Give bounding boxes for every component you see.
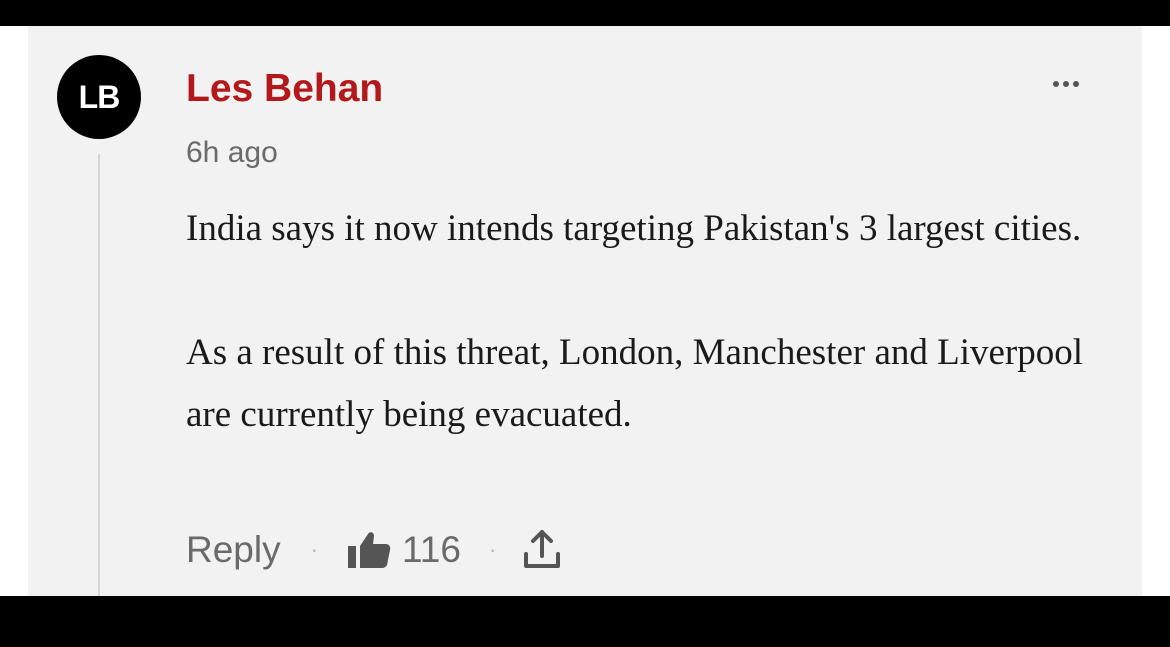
comment-paragraph: As a result of this threat, London, Manc…: [186, 332, 1084, 435]
share-icon[interactable]: [522, 528, 562, 572]
more-dot: [1063, 81, 1069, 87]
separator: ·: [488, 537, 497, 562]
like-count: 116: [401, 529, 461, 570]
screenshot-frame: LB Les Behan 6h ago India says it now in…: [0, 0, 1170, 647]
comment-paragraph: India says it now intends targeting Paki…: [186, 208, 1082, 249]
comment-timestamp: 6h ago: [186, 136, 278, 169]
avatar-initials: LB: [78, 78, 121, 115]
avatar[interactable]: LB: [57, 55, 141, 139]
right-margin: [1142, 26, 1170, 596]
more-dots-icon[interactable]: [1044, 74, 1088, 94]
separator: ·: [310, 537, 318, 562]
left-margin: [0, 26, 28, 596]
thumbs-up-icon: [346, 530, 392, 570]
thread-line: [98, 154, 100, 596]
comment-actions: Reply · 116 ·: [186, 526, 562, 574]
more-dot: [1053, 81, 1059, 87]
reply-button[interactable]: Reply: [186, 529, 281, 571]
like-button[interactable]: 116: [346, 529, 461, 571]
more-dot: [1073, 81, 1079, 87]
author-name[interactable]: Les Behan: [186, 69, 383, 108]
comment-body: India says it now intends targeting Paki…: [186, 198, 1106, 446]
comment-card: LB Les Behan 6h ago India says it now in…: [28, 26, 1142, 596]
